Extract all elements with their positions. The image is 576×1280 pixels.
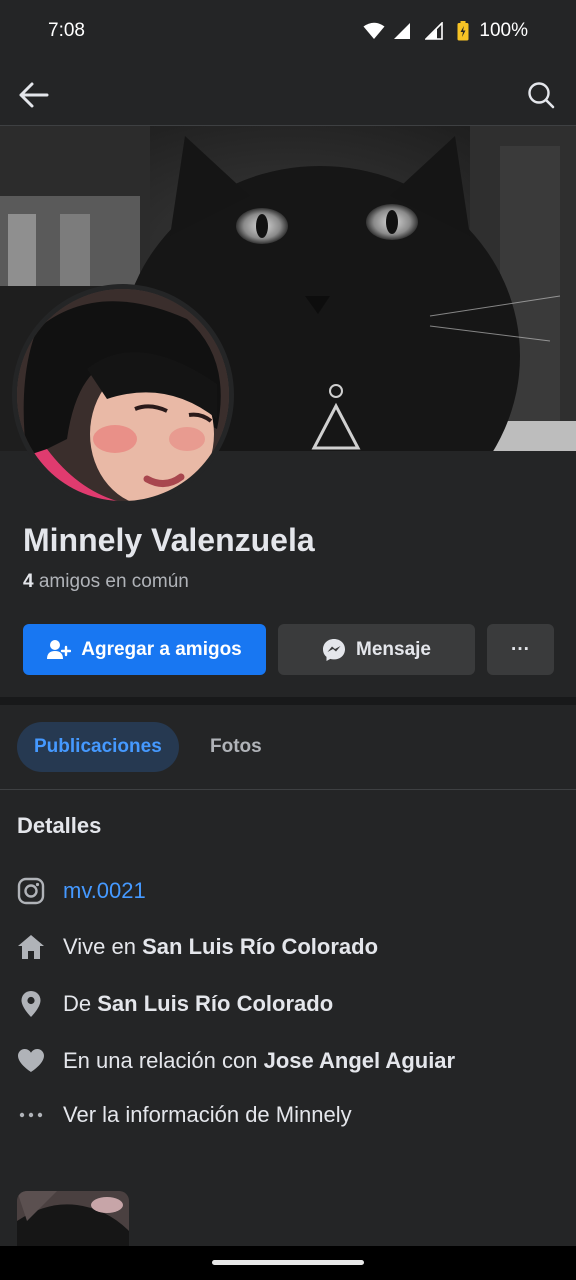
add-friend-button[interactable]: Agregar a amigos [23, 624, 266, 675]
lives-in-value[interactable]: San Luis Río Colorado [142, 934, 378, 959]
profile-name: Minnely Valenzuela [23, 522, 315, 558]
heart-icon [17, 1047, 45, 1075]
arrow-left-icon [19, 82, 49, 108]
message-button[interactable]: Mensaje [278, 624, 475, 675]
home-gesture-handle[interactable] [212, 1260, 364, 1265]
lives-in-prefix: Vive en [63, 934, 143, 959]
details-heading: Detalles [17, 813, 102, 838]
relationship-value[interactable]: Jose Angel Aguiar [264, 1048, 456, 1073]
relationship-prefix: En una relación con [63, 1048, 264, 1073]
top-bar [0, 64, 576, 126]
detail-instagram[interactable]: mv.0021 [17, 873, 557, 909]
relationship-text: En una relación con Jose Angel Aguiar [63, 1048, 455, 1074]
status-icons: 100% [363, 20, 528, 42]
profile-avatar[interactable] [12, 284, 234, 506]
mutual-friends[interactable]: 4 amigos en común [23, 571, 189, 593]
detail-see-info[interactable]: Ver la información de Minnely [17, 1097, 557, 1133]
wifi-icon [363, 22, 385, 39]
tab-fotos[interactable]: Fotos [210, 722, 262, 772]
location-pin-icon [17, 990, 45, 1018]
avatar-image [17, 289, 229, 501]
status-bar: 7:08 100% [0, 0, 576, 64]
mutual-count: 4 [23, 571, 34, 592]
mutual-text: amigos en común [33, 571, 189, 592]
system-nav-bar [0, 1246, 576, 1280]
cell-signal-icon [394, 23, 411, 39]
instagram-icon [17, 877, 45, 905]
from-prefix: De [63, 991, 98, 1016]
tab-publicaciones[interactable]: Publicaciones [17, 722, 179, 772]
detail-from: De San Luis Río Colorado [17, 986, 557, 1022]
add-friend-label: Agregar a amigos [81, 638, 242, 660]
from-text: De San Luis Río Colorado [63, 991, 333, 1017]
section-divider [0, 697, 576, 705]
back-button[interactable] [14, 78, 52, 112]
home-icon [17, 933, 45, 961]
battery-icon [457, 21, 469, 41]
featured-photo-thumbnail[interactable] [17, 1191, 129, 1246]
cell-signal-2-icon [425, 22, 444, 40]
see-info-label: Ver la información de Minnely [63, 1102, 352, 1127]
thumbnail-image [17, 1191, 129, 1246]
status-time: 7:08 [48, 20, 85, 41]
detail-lives-in: Vive en San Luis Río Colorado [17, 929, 557, 965]
more-options-button[interactable]: ··· [487, 624, 554, 675]
more-dots-label: ··· [511, 638, 530, 660]
battery-percent: 100% [479, 20, 528, 41]
lives-in-text: Vive en San Luis Río Colorado [63, 934, 378, 960]
messenger-icon [323, 638, 345, 661]
instagram-handle-link[interactable]: mv.0021 [63, 878, 146, 904]
more-dots-icon [17, 1101, 45, 1129]
message-label: Mensaje [356, 638, 431, 660]
profile-tabs: Publicaciones Fotos [0, 705, 576, 790]
add-friend-icon [47, 639, 72, 659]
detail-relationship: En una relación con Jose Angel Aguiar [17, 1043, 557, 1079]
search-button[interactable] [526, 80, 556, 110]
search-icon [528, 82, 555, 109]
from-value[interactable]: San Luis Río Colorado [97, 991, 333, 1016]
